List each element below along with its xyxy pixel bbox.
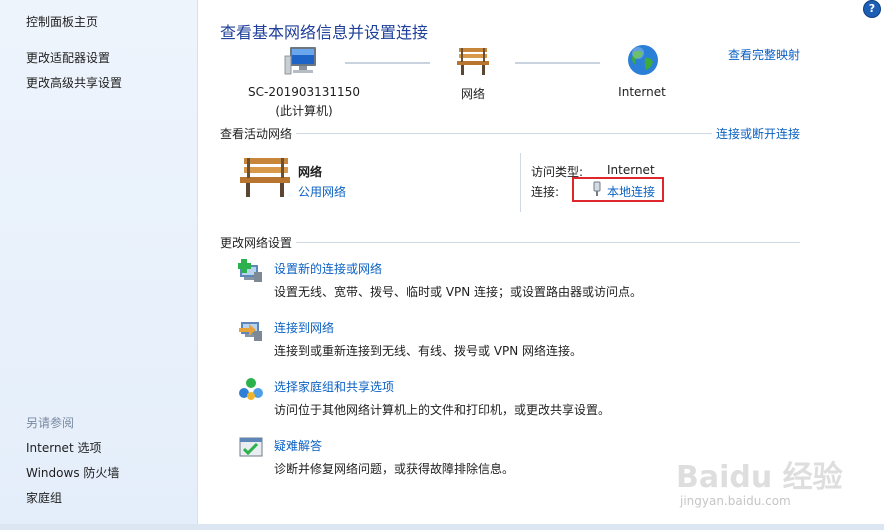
section-divider-2 xyxy=(220,242,800,243)
view-full-map-link[interactable]: 查看完整映射 xyxy=(728,46,800,63)
sidebar: 控制面板主页 更改适配器设置 更改高级共享设置 另请参阅 Internet 选项… xyxy=(0,0,198,524)
sidebar-item-windows-firewall[interactable]: Windows 防火墙 xyxy=(26,464,119,481)
sidebar-item-internet-options[interactable]: Internet 选项 xyxy=(26,439,101,456)
map-internet-label: Internet xyxy=(618,85,666,99)
active-networks-title: 查看活动网络 xyxy=(220,125,297,142)
connect-disconnect-link[interactable]: 连接或断开连接 xyxy=(716,125,800,142)
computer-icon xyxy=(284,46,320,78)
network-type-link[interactable]: 公用网络 xyxy=(298,183,346,200)
vertical-divider xyxy=(520,153,521,212)
highlight-box xyxy=(572,177,664,202)
globe-icon xyxy=(627,44,659,76)
troubleshoot-desc: 诊断并修复网络问题，或获得故障排除信息。 xyxy=(274,462,515,476)
connect-network-icon xyxy=(238,317,264,343)
change-settings-title: 更改网络设置 xyxy=(220,234,297,251)
bottom-border xyxy=(0,524,884,530)
homegroup-icon xyxy=(238,376,264,402)
baidu-watermark-url: jingyan.baidu.com xyxy=(680,494,791,508)
map-network-label: 网络 xyxy=(460,87,485,101)
access-type-value: Internet xyxy=(607,163,655,177)
active-network-name: 网络 xyxy=(298,165,323,179)
map-connector-line xyxy=(345,62,430,64)
new-connection-icon xyxy=(237,258,264,284)
setup-new-connection-link[interactable]: 设置新的连接或网络 xyxy=(274,260,382,277)
sidebar-item-adapter-settings[interactable]: 更改适配器设置 xyxy=(26,49,110,66)
page-title: 查看基本网络信息并设置连接 xyxy=(220,23,429,42)
help-icon[interactable]: ? xyxy=(863,0,881,18)
sidebar-item-control-panel-home[interactable]: 控制面板主页 xyxy=(26,13,98,30)
troubleshoot-link[interactable]: 疑难解答 xyxy=(274,437,322,454)
bench-icon xyxy=(456,46,490,76)
troubleshoot-icon xyxy=(238,435,264,461)
connect-to-network-desc: 连接到或重新连接到无线、有线、拨号或 VPN 网络连接。 xyxy=(274,344,583,358)
sidebar-item-homegroup[interactable]: 家庭组 xyxy=(26,489,62,506)
homegroup-sharing-desc: 访问位于其他网络计算机上的文件和打印机，或更改共享设置。 xyxy=(274,403,611,417)
see-also-title: 另请参阅 xyxy=(26,416,75,430)
computer-name: SC-201903131150 xyxy=(248,85,360,99)
homegroup-sharing-link[interactable]: 选择家庭组和共享选项 xyxy=(274,378,394,395)
computer-sub-label: (此计算机) xyxy=(275,104,333,118)
setup-new-connection-desc: 设置无线、宽带、拨号、临时或 VPN 连接；或设置路由器或访问点。 xyxy=(274,285,643,299)
map-connector-line-2 xyxy=(515,62,600,64)
connect-to-network-link[interactable]: 连接到网络 xyxy=(274,319,334,336)
baidu-watermark: Baidu 经验 xyxy=(676,460,843,495)
bench-icon-large xyxy=(238,156,292,198)
sidebar-item-advanced-sharing[interactable]: 更改高级共享设置 xyxy=(26,74,122,91)
connections-label: 连接: xyxy=(531,185,560,199)
